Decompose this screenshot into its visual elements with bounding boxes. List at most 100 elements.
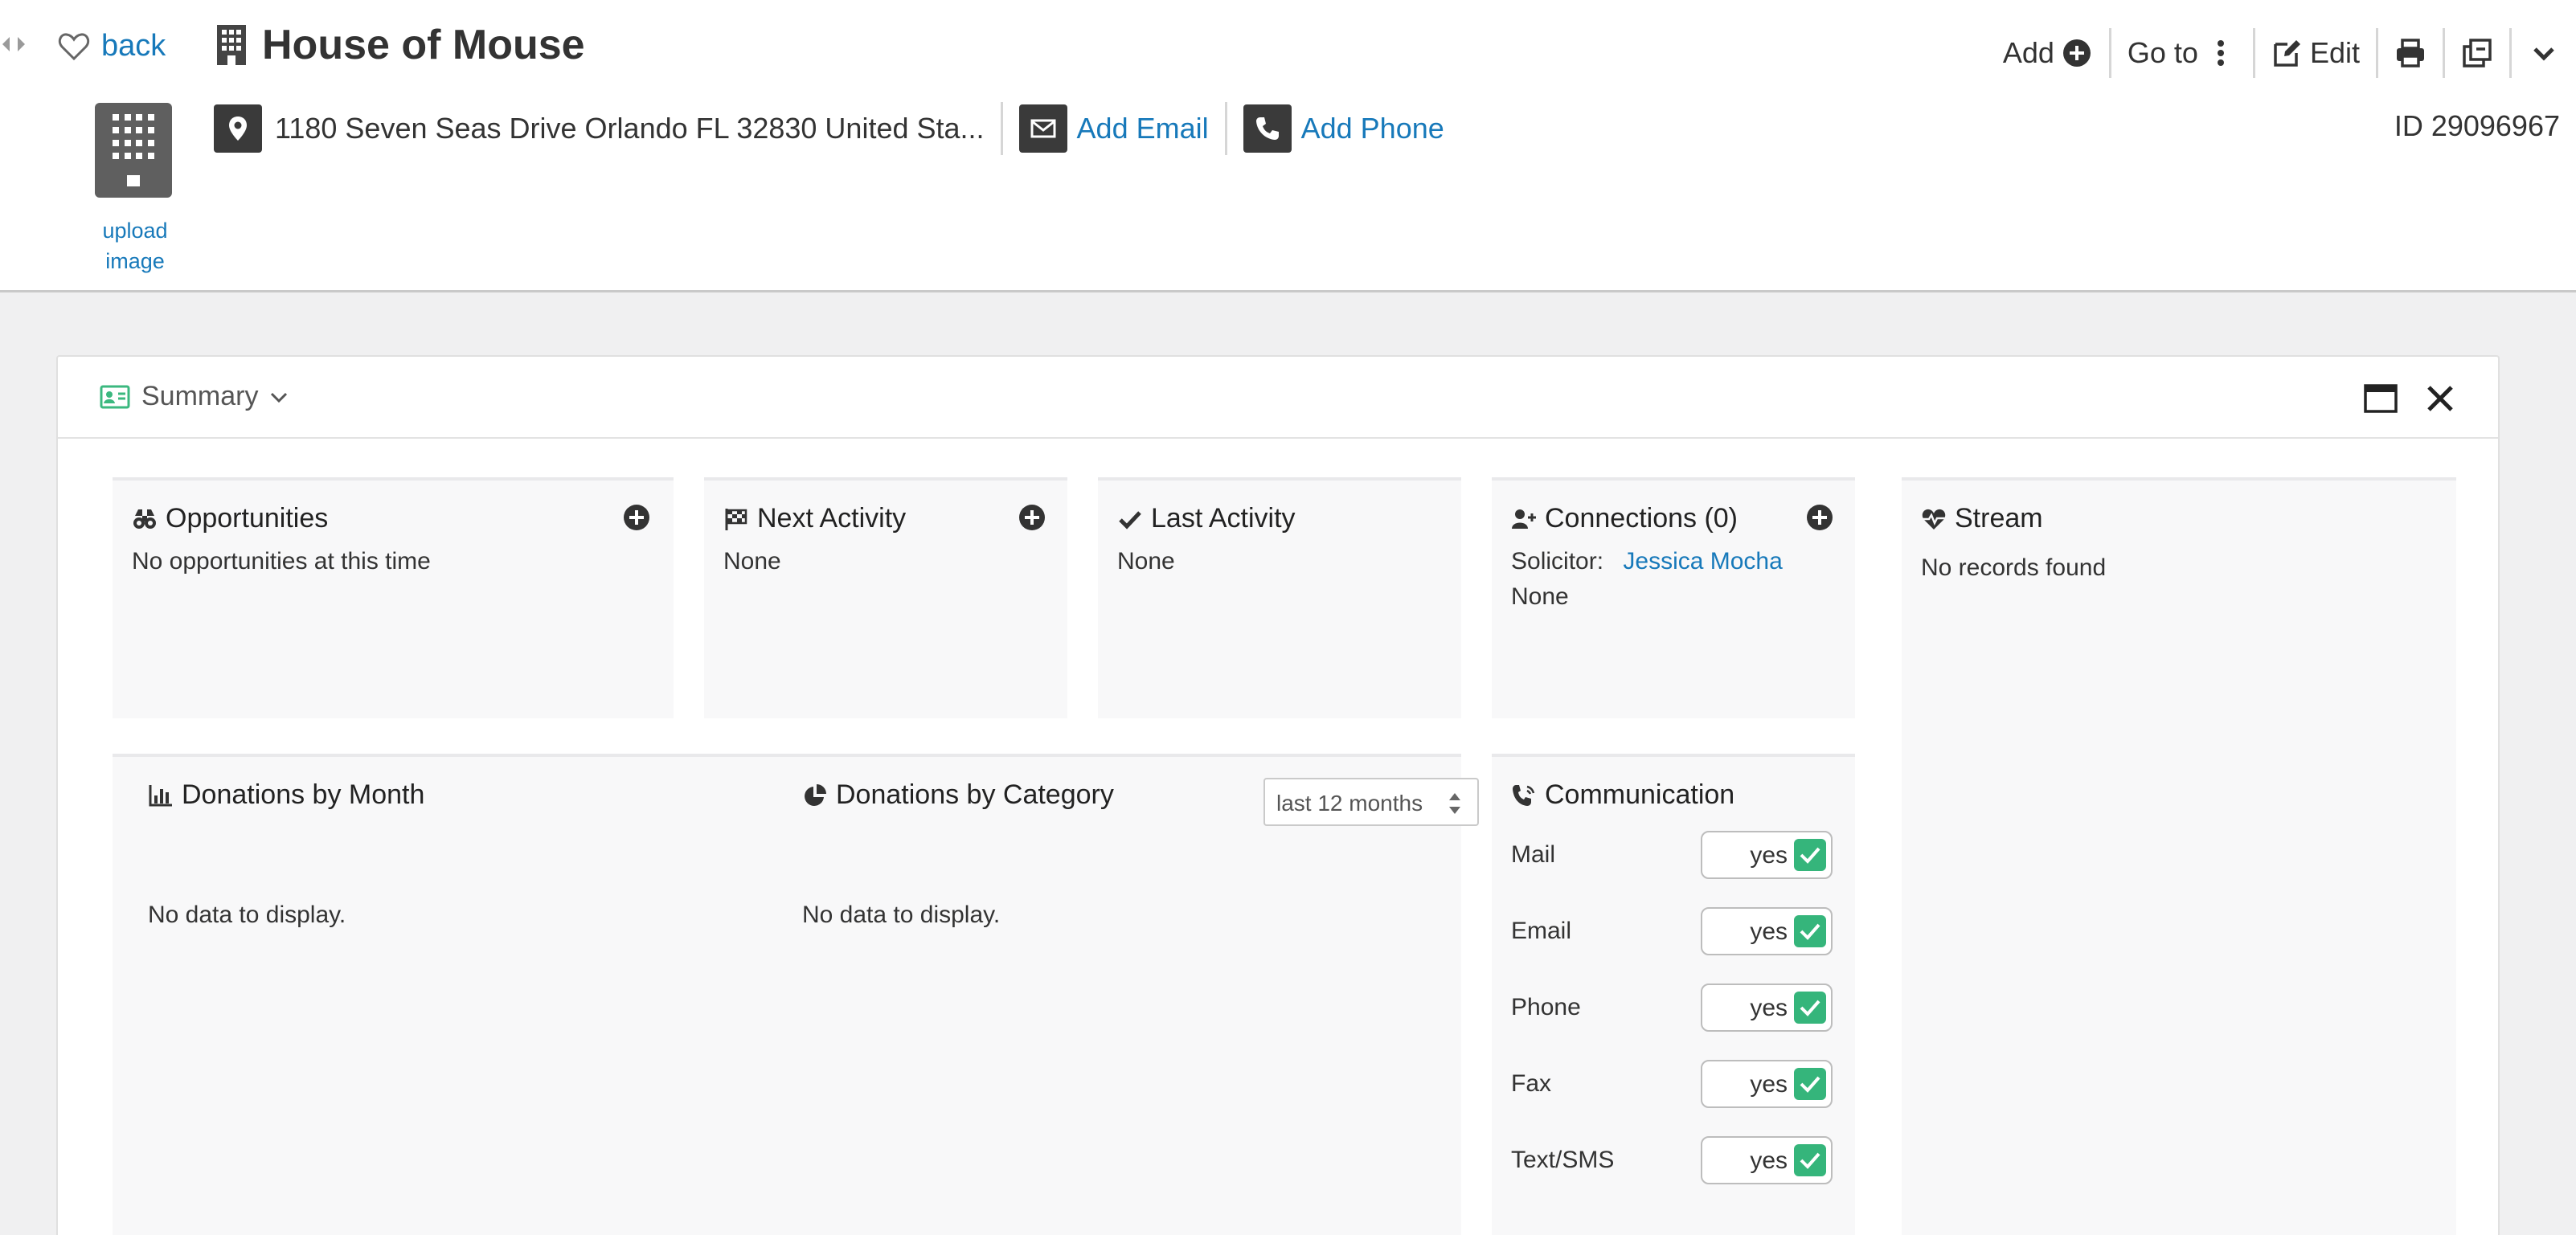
last-activity-card-title: Last Activity — [1117, 503, 1296, 534]
opportunities-card: Opportunities No opportunities at this t… — [113, 477, 674, 718]
phone-toggle[interactable]: yes — [1701, 984, 1833, 1032]
fax-toggle[interactable]: yes — [1701, 1060, 1833, 1108]
user-plus-icon — [1512, 509, 1536, 529]
envelope-icon[interactable] — [1018, 104, 1067, 153]
last-activity-card: Last Activity None — [1098, 477, 1461, 718]
summary-panel: Summary Opportunities No opportunities a… — [56, 355, 2500, 1235]
comm-label: Text/SMS — [1511, 1147, 1615, 1173]
record-toolbar: Add Go to Edit — [1987, 24, 2576, 82]
stream-title: Stream — [1955, 503, 2043, 534]
pie-chart-icon — [805, 783, 826, 806]
sort-arrows-icon — [1449, 793, 1460, 814]
avatar — [95, 103, 172, 198]
checkmark-icon — [1794, 1068, 1826, 1100]
summary-panel-header: Summary — [58, 357, 2498, 439]
comm-label: Email — [1511, 918, 1572, 944]
email-toggle[interactable]: yes — [1701, 907, 1833, 955]
duplicate-button[interactable] — [2445, 29, 2509, 77]
donations-month-title: Donations by Month — [148, 779, 424, 811]
history-arrows[interactable] — [0, 35, 27, 53]
stream-card: Stream No records found — [1902, 477, 2456, 1235]
print-icon — [2397, 39, 2424, 67]
phone-volume-icon — [1513, 784, 1535, 806]
goto-label[interactable]: Go to — [2128, 36, 2198, 70]
building-icon — [217, 25, 246, 65]
vertical-dots-icon — [2217, 40, 2224, 66]
add-opportunity-icon[interactable] — [622, 503, 651, 532]
phone-icon[interactable] — [1243, 104, 1292, 153]
edit-button[interactable]: Edit — [2255, 29, 2376, 77]
chevron-down-icon — [2533, 47, 2554, 61]
toggle-value: yes — [1750, 995, 1788, 1021]
mail-toggle[interactable]: yes — [1701, 831, 1833, 879]
checkmark-icon — [1794, 915, 1826, 947]
page-title-row: House of Mouse — [215, 21, 585, 69]
more-menu-button[interactable] — [2512, 29, 2576, 77]
checkmark-icon — [1794, 839, 1826, 871]
connections-card: Connections (0) Solicitor: Jessica Mocha… — [1492, 477, 1855, 718]
address-text: 1180 Seven Seas Drive Orlando FL 32830 U… — [275, 112, 985, 145]
maximize-icon[interactable] — [2363, 382, 2398, 415]
next-activity-card: Next Activity None — [704, 477, 1067, 718]
heartbeat-icon — [1922, 509, 1946, 530]
page-title: House of Mouse — [262, 22, 585, 68]
record-header: back House of Mouse upload image 1180 Se… — [0, 0, 2576, 292]
add-label[interactable]: Add — [2003, 36, 2054, 70]
chevron-down-icon — [271, 392, 288, 403]
close-icon[interactable] — [2422, 382, 2458, 415]
back-label[interactable]: back — [101, 29, 166, 63]
building-placeholder-icon — [113, 114, 154, 186]
comm-label: Phone — [1511, 994, 1581, 1020]
bar-chart-icon — [149, 784, 172, 806]
edit-label[interactable]: Edit — [2310, 36, 2360, 70]
add-connection-icon[interactable] — [1805, 503, 1834, 532]
solicitor-label: Solicitor: — [1511, 548, 1604, 575]
copy-icon — [2463, 39, 2492, 67]
back-link[interactable]: back — [58, 29, 166, 63]
arrow-right-icon[interactable] — [16, 35, 27, 53]
comm-row-fax: Fax yes — [1511, 1060, 1833, 1108]
opportunities-card-title: Opportunities — [132, 503, 328, 534]
checkmark-icon — [1794, 992, 1826, 1024]
id-card-icon — [100, 385, 130, 408]
print-button[interactable] — [2378, 29, 2443, 77]
connections-text: None — [1511, 583, 1569, 610]
opportunities-empty-text: No opportunities at this time — [132, 548, 431, 575]
arrow-left-icon[interactable] — [0, 35, 11, 53]
date-range-select[interactable]: last 12 months — [1263, 778, 1479, 826]
sms-toggle[interactable]: yes — [1701, 1136, 1833, 1184]
contact-info-row: 1180 Seven Seas Drive Orlando FL 32830 U… — [214, 102, 1444, 155]
add-email-link[interactable]: Add Email — [1077, 112, 1209, 145]
checkmark-icon — [1794, 1144, 1826, 1176]
divider — [1000, 102, 1003, 155]
plus-circle-icon — [2062, 39, 2091, 67]
comm-row-sms: Text/SMS yes — [1511, 1136, 1833, 1184]
heart-icon — [58, 32, 90, 60]
edit-icon — [2274, 40, 2300, 67]
donations-category-label: Donations by Category — [836, 779, 1114, 810]
checkmark-icon — [1119, 510, 1141, 530]
summary-dropdown[interactable]: Summary — [100, 381, 289, 412]
goto-button[interactable]: Go to — [2111, 29, 2253, 77]
add-phone-link[interactable]: Add Phone — [1301, 112, 1444, 145]
communication-title: Communication — [1545, 779, 1735, 810]
upload-image-link[interactable]: upload image — [87, 215, 183, 276]
toggle-value: yes — [1750, 1147, 1788, 1174]
donations-card: Donations by Month No data to display. D… — [113, 754, 1479, 1235]
record-id: ID 29096967 — [2394, 109, 2560, 142]
panel-controls — [2363, 382, 2458, 415]
location-icon — [214, 104, 262, 153]
date-range-value[interactable]: last 12 months — [1276, 791, 1423, 816]
solicitor-row: Solicitor: Jessica Mocha — [1511, 548, 1783, 575]
next-activity-card-title: Next Activity — [723, 503, 906, 534]
summary-title[interactable]: Summary — [141, 381, 258, 412]
add-button[interactable]: Add — [1987, 29, 2109, 77]
stream-empty-text: No records found — [1921, 554, 2107, 581]
donations-month-label: Donations by Month — [182, 779, 425, 810]
toggle-value: yes — [1750, 842, 1788, 869]
solicitor-link[interactable]: Jessica Mocha — [1623, 548, 1782, 575]
comm-label: Fax — [1511, 1070, 1552, 1097]
binoculars-icon — [133, 509, 156, 529]
add-activity-icon[interactable] — [1018, 503, 1046, 532]
divider — [1224, 102, 1227, 155]
